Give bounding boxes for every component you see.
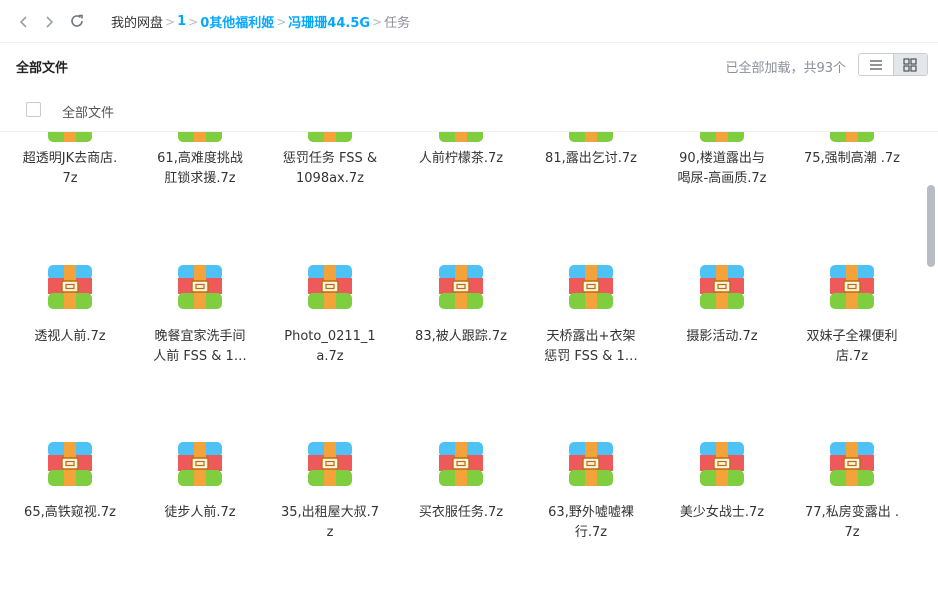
file-name: 人前柠檬茶.7z: [418, 151, 504, 166]
load-status-text: 已全部加载，共93个: [725, 61, 846, 76]
list-view-icon: [869, 59, 882, 70]
top-navigation-bar: 我的网盘 > 1 > 0其他福利姬 > 冯珊珊44.5G > 任务: [0, 0, 938, 43]
archive-7z-icon: [439, 265, 483, 309]
file-name: 买衣服任务.7z: [418, 505, 504, 520]
vertical-scrollbar[interactable]: [922, 132, 938, 599]
file-name: 透视人前.7z: [34, 329, 106, 344]
breadcrumb: 我的网盘 > 1 > 0其他福利姬 > 冯珊珊44.5G > 任务: [111, 12, 410, 31]
scrollbar-thumb[interactable]: [927, 185, 935, 267]
file-item[interactable]: 77,私房变露出 . 7z: [787, 132, 917, 540]
breadcrumb-item[interactable]: 1: [177, 14, 186, 29]
breadcrumb-item[interactable]: 0其他福利姬: [200, 12, 274, 31]
file-name: 天桥露出+衣架 惩罚 FSS & 1…: [544, 329, 638, 364]
archive-7z-icon: [569, 132, 613, 142]
archive-7z-icon: [569, 265, 613, 309]
archive-7z-icon: [48, 265, 92, 309]
chevron-right-icon: [46, 16, 54, 28]
archive-7z-icon: [439, 442, 483, 486]
chevron-left-icon: [19, 16, 27, 28]
file-item[interactable]: 买衣服任务.7z: [396, 132, 526, 520]
archive-7z-icon: [700, 265, 744, 309]
file-item[interactable]: 35,出租屋大叔.7 z: [265, 132, 395, 540]
view-toggle: [858, 53, 928, 76]
file-name: 61,高难度挑战 肛锁求援.7z: [157, 151, 243, 186]
file-name: 83,被人跟踪.7z: [415, 329, 507, 344]
grid-view-button[interactable]: [892, 54, 927, 75]
archive-7z-icon: [830, 265, 874, 309]
archive-7z-icon: [439, 132, 483, 142]
file-name: 75,强制高潮 .7z: [803, 151, 901, 166]
select-all-bar: 全部文件: [0, 87, 938, 132]
file-name: 63,野外嘘嘘裸 行.7z: [548, 505, 634, 540]
list-view-button[interactable]: [859, 54, 893, 75]
breadcrumb-separator: >: [165, 14, 176, 29]
file-item[interactable]: 徒步人前.7z: [135, 132, 265, 520]
file-item[interactable]: 65,高铁窥视.7z: [5, 132, 135, 520]
forward-button[interactable]: [37, 10, 61, 34]
file-name: 惩罚任务 FSS & 1098ax.7z: [282, 151, 378, 186]
file-name: 35,出租屋大叔.7 z: [280, 505, 380, 540]
grid-view-icon: [903, 57, 917, 72]
archive-7z-icon: [178, 265, 222, 309]
file-name: 美少女战士.7z: [679, 505, 765, 520]
archive-7z-icon: [308, 442, 352, 486]
file-grid: 超透明JK去商店. 7z 61,高难度挑战 肛锁求援.7z 惩罚任务 FSS & 1…: [0, 132, 922, 599]
archive-7z-icon: [830, 442, 874, 486]
refresh-button[interactable]: [65, 9, 89, 33]
select-all-label: 全部文件: [62, 106, 115, 121]
file-name: 双妹子全裸便利 店.7z: [806, 329, 898, 364]
file-toolbar: 全部文件 已全部加载，共93个: [0, 43, 938, 87]
file-name: Photo_0211_1 a.7z: [284, 329, 376, 364]
archive-7z-icon: [308, 132, 352, 142]
file-name: 摄影活动.7z: [686, 329, 758, 344]
file-name: 65,高铁窥视.7z: [24, 505, 116, 520]
breadcrumb-current: 任务: [384, 16, 411, 31]
file-name: 徒步人前.7z: [164, 505, 236, 520]
archive-7z-icon: [308, 265, 352, 309]
file-name: 77,私房变露出 . 7z: [805, 505, 899, 540]
section-title: 全部文件: [16, 61, 69, 76]
archive-7z-icon: [48, 132, 92, 142]
file-name: 90,楼道露出与 喝尿-高画质.7z: [677, 151, 767, 186]
archive-7z-icon: [178, 132, 222, 142]
breadcrumb-separator: >: [372, 14, 383, 29]
file-item[interactable]: 美少女战士.7z: [657, 132, 787, 520]
refresh-icon: [71, 14, 83, 27]
file-name: 超透明JK去商店. 7z: [22, 151, 118, 186]
archive-7z-icon: [700, 132, 744, 142]
archive-7z-icon: [700, 442, 744, 486]
archive-7z-icon: [178, 442, 222, 486]
breadcrumb-root[interactable]: 我的网盘: [111, 12, 163, 31]
file-name: 晚餐宜家洗手间 人前 FSS & 1…: [153, 329, 247, 364]
breadcrumb-item[interactable]: 冯珊珊44.5G: [288, 12, 370, 31]
archive-7z-icon: [569, 442, 613, 486]
breadcrumb-separator: >: [188, 14, 199, 29]
select-all-checkbox[interactable]: [26, 102, 41, 117]
file-item[interactable]: 63,野外嘘嘘裸 行.7z: [526, 132, 656, 540]
breadcrumb-separator: >: [276, 14, 287, 29]
back-button[interactable]: [12, 10, 36, 34]
archive-7z-icon: [48, 442, 92, 486]
file-name: 81,露出乞讨.7z: [545, 151, 637, 166]
archive-7z-icon: [830, 132, 874, 142]
